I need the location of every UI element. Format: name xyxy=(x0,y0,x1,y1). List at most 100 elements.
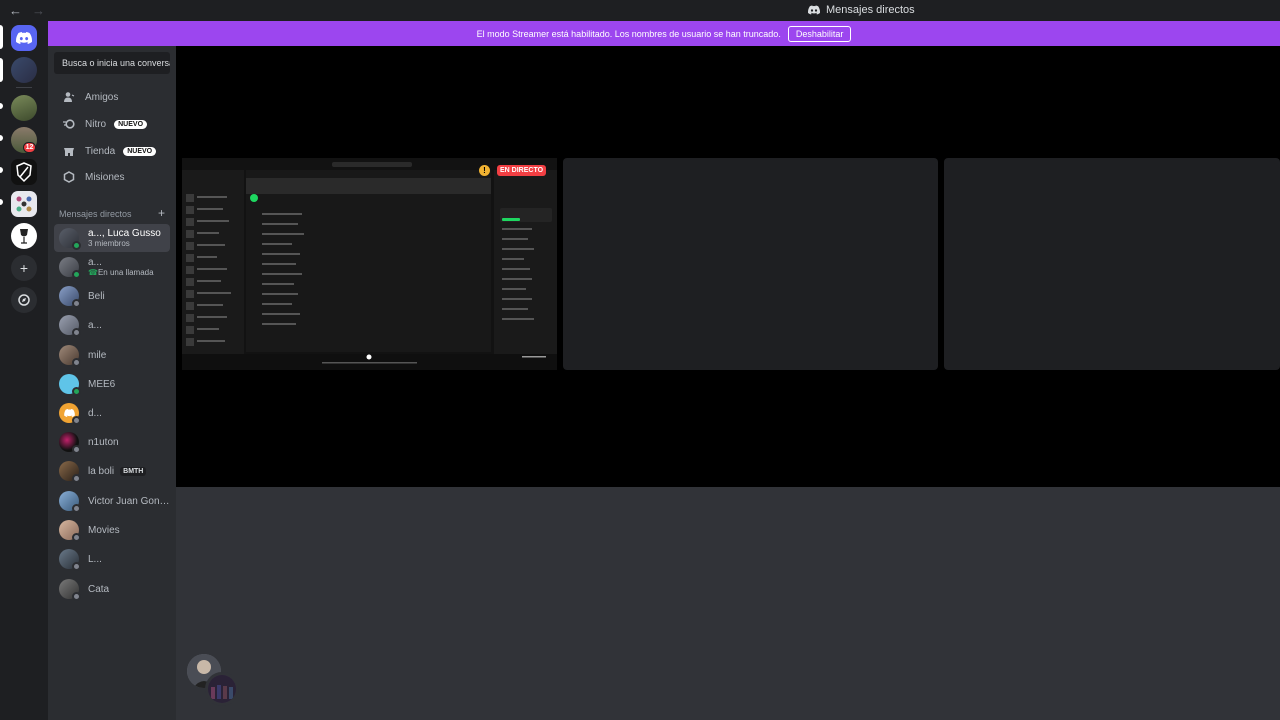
nav-label: Tienda xyxy=(85,145,116,157)
avatar xyxy=(59,549,81,571)
avatar xyxy=(59,257,81,279)
avatar xyxy=(59,520,81,542)
back-arrow-icon[interactable]: ← xyxy=(9,3,22,18)
dm-item[interactable]: la boli BMTH xyxy=(54,457,170,485)
title-bar: ← → Mensajes directos xyxy=(0,0,1280,21)
selected-indicator xyxy=(0,25,3,49)
nav-shop[interactable]: Tienda NUEVO xyxy=(54,140,170,162)
search-input[interactable]: Busca o inicia una conversación xyxy=(54,52,170,74)
live-badge: EN DIRECTO xyxy=(497,165,547,176)
status-indicator xyxy=(72,592,81,601)
dm-item[interactable]: Beli xyxy=(54,282,170,310)
status-indicator xyxy=(72,358,81,367)
dm-item[interactable]: MEE6 xyxy=(54,370,170,398)
server-icon[interactable] xyxy=(11,57,37,83)
disable-streamer-button[interactable]: Deshabilitar xyxy=(787,25,852,42)
nav-quests[interactable]: Misiones xyxy=(54,166,170,188)
warning-icon: ! xyxy=(479,165,490,176)
new-dm-plus-icon[interactable]: + xyxy=(158,207,165,219)
quests-icon xyxy=(59,171,79,183)
new-tag: NUEVO xyxy=(123,146,157,156)
dm-name: Cata xyxy=(88,583,110,595)
status-indicator xyxy=(72,416,81,425)
dm-item[interactable]: a... xyxy=(54,311,170,339)
status-indicator xyxy=(72,504,81,513)
server-rail: 12 + xyxy=(0,21,48,720)
dm-name: Beli xyxy=(88,290,105,302)
dm-item[interactable]: Victor Juan Gonzalez xyxy=(54,487,170,515)
streamer-mode-banner: El modo Streamer está habilitado. Los no… xyxy=(48,21,1280,46)
history-nav: ← → xyxy=(9,3,45,18)
dm-name: d... xyxy=(88,407,102,419)
status-indicator xyxy=(72,562,81,571)
status-indicator xyxy=(72,270,81,279)
discord-logo-icon xyxy=(808,5,820,15)
status-indicator xyxy=(72,299,81,308)
group-avatar xyxy=(205,672,239,706)
server-divider xyxy=(16,87,32,88)
dm-subtitle: 3 miembros xyxy=(88,239,130,248)
dm-name: a... xyxy=(88,257,102,268)
mention-badge: 12 xyxy=(23,142,36,153)
stream-preview-image xyxy=(182,158,557,370)
wine-glass-icon xyxy=(20,229,28,244)
banner-text: El modo Streamer está habilitado. Los no… xyxy=(476,28,781,39)
avatar xyxy=(59,491,81,513)
shield-icon xyxy=(16,162,32,183)
participant-tile[interactable] xyxy=(563,158,938,370)
dm-name: MEE6 xyxy=(88,378,116,390)
avatar xyxy=(59,228,81,250)
server-icon[interactable] xyxy=(11,159,37,185)
nitro-icon xyxy=(59,118,79,130)
dm-name: Movies xyxy=(88,524,120,536)
stream-tile[interactable] xyxy=(182,158,557,370)
new-tag: NUEVO xyxy=(114,119,148,129)
avatar xyxy=(59,432,81,454)
status-indicator xyxy=(72,533,81,542)
participant-tile[interactable] xyxy=(944,158,1280,370)
nav-label: Misiones xyxy=(85,171,125,183)
dm-item[interactable]: a..., Luca Gusso 3 miembros xyxy=(54,224,170,252)
chat-area xyxy=(176,487,1280,720)
discover-button[interactable] xyxy=(11,287,37,313)
unread-indicator xyxy=(0,199,3,205)
status-indicator xyxy=(72,328,81,337)
unread-indicator xyxy=(0,167,3,173)
unread-indicator xyxy=(0,58,3,82)
status-indicator xyxy=(72,445,81,454)
server-icon[interactable] xyxy=(11,223,37,249)
unread-indicator xyxy=(0,135,3,141)
avatar xyxy=(59,579,81,601)
dm-item[interactable]: L... xyxy=(54,545,170,573)
window-title: Mensajes directos xyxy=(808,4,915,16)
dm-item[interactable]: d... xyxy=(54,399,170,427)
server-icon[interactable] xyxy=(11,191,37,217)
dm-subtitle: En una llamada xyxy=(88,268,154,277)
friends-icon xyxy=(59,91,79,103)
discord-logo-icon xyxy=(16,32,32,44)
status-indicator xyxy=(72,474,81,483)
server-icon[interactable] xyxy=(11,95,37,121)
nav-friends[interactable]: Amigos xyxy=(54,86,170,108)
window-title-text: Mensajes directos xyxy=(826,4,915,16)
dm-name: la boli xyxy=(88,465,115,477)
home-button[interactable] xyxy=(11,25,37,51)
status-indicator xyxy=(72,387,81,396)
shop-icon xyxy=(59,145,79,157)
dm-item[interactable]: Cata xyxy=(54,575,170,603)
dm-name: a..., Luca Gusso xyxy=(88,228,161,239)
dm-item[interactable]: a...En una llamada xyxy=(54,253,170,281)
dm-item[interactable]: n1uton xyxy=(54,428,170,456)
dots-pattern-icon xyxy=(16,196,32,212)
dm-name: n1uton xyxy=(88,436,119,448)
dm-item[interactable]: mile xyxy=(54,341,170,369)
dm-item[interactable]: Movies xyxy=(54,516,170,544)
add-server-button[interactable]: + xyxy=(11,255,37,281)
plus-icon: + xyxy=(19,260,29,276)
nav-nitro[interactable]: Nitro NUEVO xyxy=(54,113,170,135)
forward-arrow-icon[interactable]: → xyxy=(32,3,45,18)
nav-label: Nitro xyxy=(85,118,107,130)
dm-name: mile xyxy=(88,349,107,361)
clan-tag-badge: BMTH xyxy=(120,466,147,476)
dm-name: Victor Juan Gonzalez xyxy=(88,495,170,507)
